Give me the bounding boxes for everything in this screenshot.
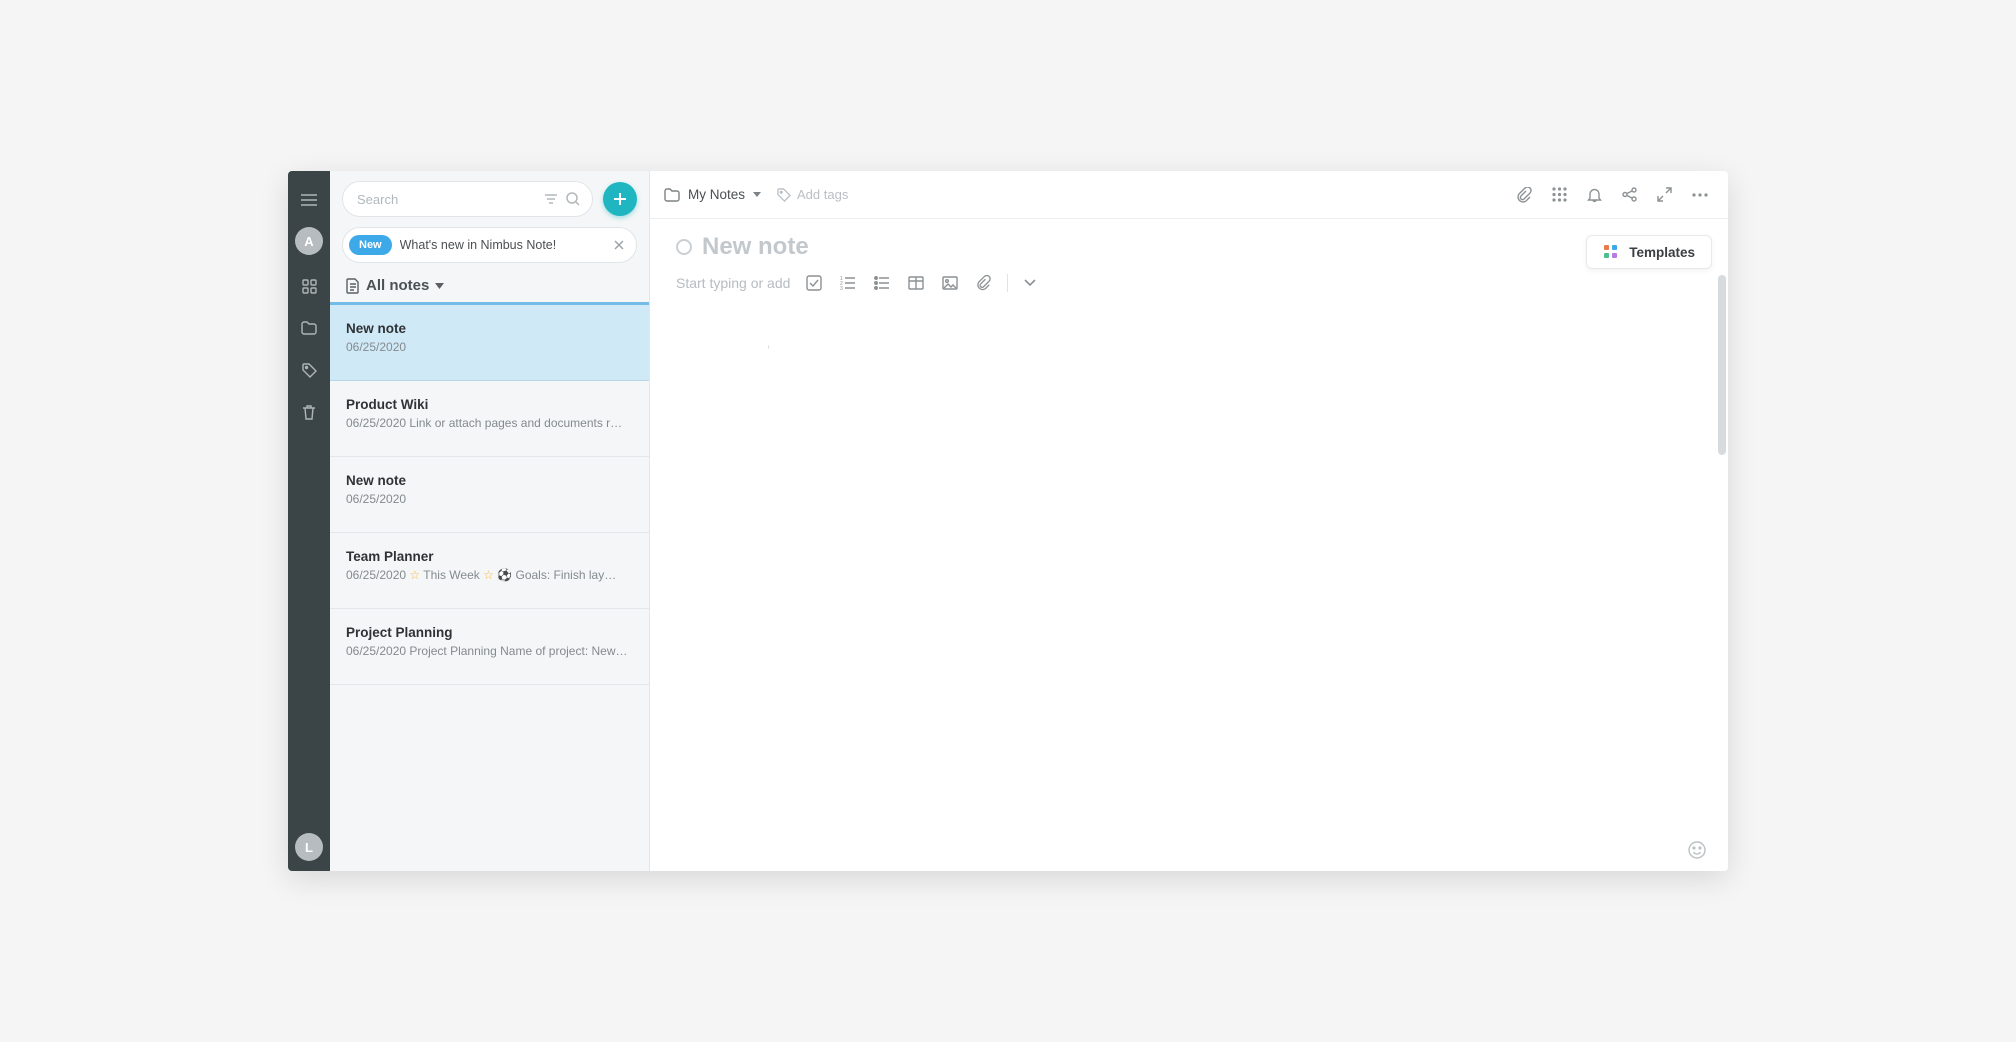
list-header-title: All notes: [366, 277, 429, 294]
note-item-title: New note: [346, 321, 633, 336]
notes-list[interactable]: New note 06/25/2020 Product Wiki 06/25/2…: [330, 302, 649, 871]
filter-icon[interactable]: [540, 189, 562, 209]
complete-toggle[interactable]: [676, 239, 692, 255]
announcement-pill: New: [349, 235, 392, 255]
side-rail: A L: [288, 171, 330, 871]
note-list-item[interactable]: Project Planning 06/25/2020 Project Plan…: [330, 609, 649, 685]
note-item-subtitle: 06/25/2020 Link or attach pages and docu…: [346, 416, 633, 430]
expand-icon[interactable]: [1651, 181, 1678, 208]
editor-body[interactable]: Start typing or add 123: [650, 219, 1728, 871]
tag-icon: [777, 188, 791, 202]
inline-toolbar: Start typing or add 123: [676, 273, 1674, 293]
bell-icon[interactable]: [1581, 181, 1608, 209]
text-cursor-icon: [768, 337, 769, 357]
add-tags-label: Add tags: [797, 187, 848, 202]
attach-block-icon[interactable]: [974, 273, 993, 293]
checkbox-block-icon[interactable]: [804, 273, 824, 293]
trash-icon[interactable]: [288, 391, 330, 433]
note-item-title: Product Wiki: [346, 397, 633, 412]
editor-panel: My Notes Add tags: [650, 171, 1728, 871]
attachment-icon[interactable]: [1510, 181, 1538, 209]
templates-label: Templates: [1629, 245, 1695, 260]
search-icon[interactable]: [562, 188, 584, 210]
announcement-text: What's new in Nimbus Note!: [400, 238, 604, 252]
notes-list-header[interactable]: All notes: [330, 263, 649, 302]
add-tags-button[interactable]: Add tags: [777, 187, 848, 202]
workspace-avatar[interactable]: A: [295, 227, 323, 255]
scrollbar-thumb[interactable]: [1718, 275, 1726, 455]
breadcrumb[interactable]: My Notes: [664, 187, 761, 202]
chevron-down-icon: [753, 192, 761, 197]
note-item-title: New note: [346, 473, 633, 488]
note-item-subtitle: 06/25/2020: [346, 492, 633, 506]
app-window: A L: [288, 171, 1728, 871]
toolbar-divider: [1007, 274, 1008, 292]
note-item-subtitle: 06/25/2020 ☆ This Week ☆ ⚽ Goals: Finish…: [346, 568, 633, 582]
chevron-down-icon: [435, 283, 444, 289]
note-icon: [346, 278, 360, 294]
share-icon[interactable]: [1616, 181, 1643, 208]
tag-icon[interactable]: [288, 349, 330, 391]
note-list-item[interactable]: Team Planner 06/25/2020 ☆ This Week ☆ ⚽ …: [330, 533, 649, 609]
emoji-icon[interactable]: [1688, 841, 1706, 859]
search-field[interactable]: [342, 181, 593, 217]
folder-icon: [664, 188, 680, 202]
notes-list-panel: New What's new in Nimbus Note! All notes…: [330, 171, 650, 871]
editor-toolbar-top: My Notes Add tags: [650, 171, 1728, 219]
list-toolbar: [330, 171, 649, 227]
note-item-subtitle: 06/25/2020: [346, 340, 633, 354]
close-icon[interactable]: [612, 236, 626, 254]
note-list-item[interactable]: Product Wiki 06/25/2020 Link or attach p…: [330, 381, 649, 457]
bullet-list-icon[interactable]: [872, 274, 892, 292]
more-icon[interactable]: [1686, 187, 1714, 203]
note-list-item[interactable]: New note 06/25/2020: [330, 457, 649, 533]
note-item-title: Team Planner: [346, 549, 633, 564]
menu-toggle[interactable]: [288, 179, 330, 221]
image-block-icon[interactable]: [940, 274, 960, 292]
body-hint: Start typing or add: [676, 275, 790, 291]
numbered-list-icon[interactable]: 123: [838, 274, 858, 292]
user-avatar[interactable]: L: [295, 833, 323, 861]
more-blocks-icon[interactable]: [1022, 277, 1038, 289]
svg-text:3: 3: [840, 286, 843, 290]
search-input[interactable]: [357, 192, 540, 207]
table-block-icon[interactable]: [906, 274, 926, 292]
apps-icon[interactable]: [1546, 181, 1573, 208]
note-item-title: Project Planning: [346, 625, 633, 640]
dashboard-icon[interactable]: [288, 265, 330, 307]
templates-button[interactable]: Templates: [1586, 235, 1712, 269]
note-item-subtitle: 06/25/2020 Project Planning Name of proj…: [346, 644, 633, 658]
new-note-button[interactable]: [603, 182, 637, 216]
note-list-item[interactable]: New note 06/25/2020: [330, 302, 649, 381]
breadcrumb-label: My Notes: [688, 187, 745, 202]
templates-icon: [1603, 244, 1619, 260]
note-title-input[interactable]: [702, 233, 1674, 261]
announcement-banner[interactable]: New What's new in Nimbus Note!: [342, 227, 637, 263]
folder-icon[interactable]: [288, 307, 330, 349]
